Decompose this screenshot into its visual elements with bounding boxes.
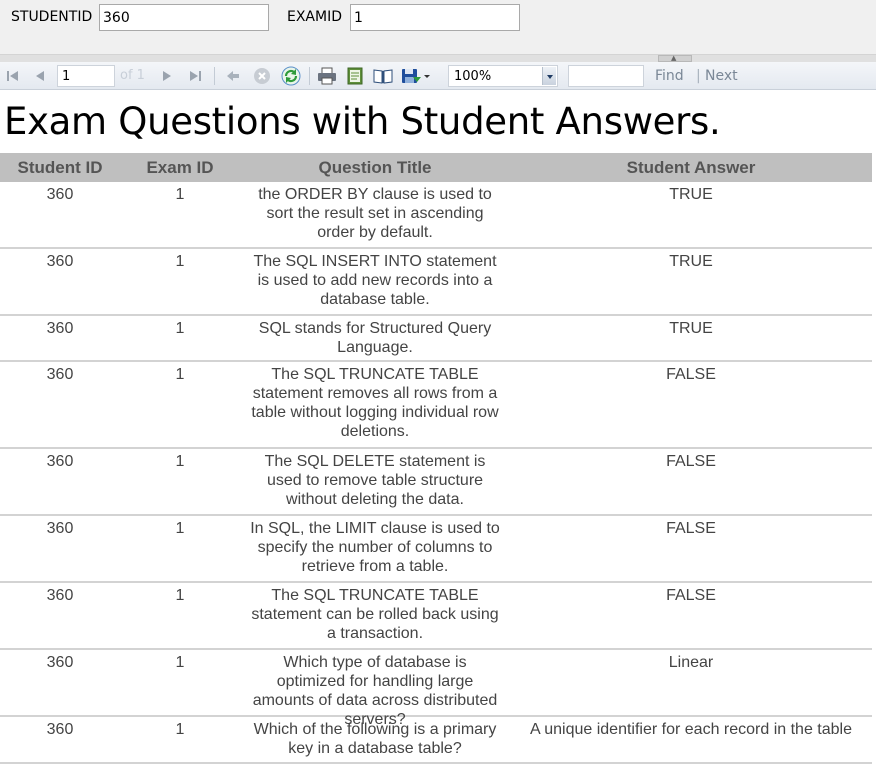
find-link[interactable]: Find <box>655 68 684 84</box>
exam-id-cell: 1 <box>175 721 185 738</box>
back-button[interactable] <box>223 66 243 86</box>
zoom-dropdown[interactable]: 100% <box>448 65 558 87</box>
print-layout-icon <box>347 67 363 85</box>
student-answer-cell: Linear <box>668 654 714 671</box>
student-id-cell: 360 <box>46 587 74 604</box>
report-toolbar: of 1 100% Find | Next <box>0 62 876 90</box>
table-row: 360 1 The SQL TRUNCATE TABLE statement can… <box>0 583 872 650</box>
student-answer-cell: TRUE <box>669 186 713 203</box>
chevron-down-icon[interactable] <box>542 67 556 85</box>
student-answer-cell: TRUE <box>669 320 713 337</box>
table-row: 360 1 The SQL TRUNCATE TABLE statement rem… <box>0 362 872 449</box>
table-body: 360 1 the ORDER BY clause is used to sort … <box>0 182 872 764</box>
find-input[interactable] <box>568 65 644 87</box>
zoom-value: 100% <box>454 69 492 84</box>
column-header-exam-id: Exam ID <box>146 158 214 177</box>
first-page-button[interactable] <box>4 66 22 86</box>
table-row: 360 1 Which of the following is a primary … <box>0 717 872 764</box>
table-header: Student ID Exam ID Question Title Studen… <box>0 153 872 182</box>
student-id-cell: 360 <box>46 453 74 470</box>
studentid-input[interactable] <box>99 4 269 31</box>
print-layout-button[interactable] <box>344 66 366 86</box>
examid-label: EXAMID <box>287 9 343 25</box>
parameter-splitter[interactable]: ▲ <box>0 54 876 62</box>
toolbar-divider <box>309 67 310 85</box>
exam-id-cell: 1 <box>175 453 185 470</box>
question-title-cell: Which of the following is a primary key … <box>253 721 497 757</box>
export-icon <box>402 69 430 83</box>
first-page-icon <box>7 71 18 81</box>
column-header-student-id: Student ID <box>17 158 103 177</box>
export-button[interactable] <box>400 66 432 86</box>
question-title-cell: The SQL TRUNCATE TABLE statement removes… <box>251 366 499 440</box>
collapse-handle[interactable]: ▲ <box>658 54 692 62</box>
table-row: 360 1 In SQL, the LIMIT clause is used to … <box>0 516 872 583</box>
refresh-icon <box>281 66 301 86</box>
table-row: 360 1 Which type of database is optimized … <box>0 650 872 728</box>
report-title: Exam Questions with Student Answers. <box>4 100 721 143</box>
chevron-up-icon: ▲ <box>671 54 677 62</box>
exam-id-cell: 1 <box>175 587 185 604</box>
last-page-button[interactable] <box>186 66 204 86</box>
back-icon <box>227 71 239 81</box>
student-answer-cell: FALSE <box>666 453 716 470</box>
stop-icon <box>254 68 270 84</box>
question-title-cell: The SQL DELETE statement is used to remo… <box>264 453 486 508</box>
column-header-question-title: Question Title <box>318 158 432 177</box>
refresh-button[interactable] <box>280 66 302 86</box>
student-id-cell: 360 <box>46 654 74 671</box>
examid-input[interactable] <box>350 4 520 31</box>
student-answer-cell: FALSE <box>666 587 716 604</box>
next-page-button[interactable] <box>158 66 176 86</box>
exam-id-cell: 1 <box>175 520 185 537</box>
student-answer-cell: A unique identifier for each record in t… <box>530 721 852 738</box>
exam-id-cell: 1 <box>175 186 185 203</box>
column-header-student-answer: Student Answer <box>626 158 756 177</box>
page-setup-button[interactable] <box>372 66 394 86</box>
student-id-cell: 360 <box>46 320 74 337</box>
exam-id-cell: 1 <box>175 366 185 383</box>
table-row: 360 1 The SQL INSERT INTO statement is use… <box>0 249 872 316</box>
student-id-cell: 360 <box>46 520 74 537</box>
exam-id-cell: 1 <box>175 654 185 671</box>
next-link[interactable]: Next <box>705 68 738 84</box>
find-separator: | <box>696 68 701 84</box>
question-title-cell: In SQL, the LIMIT clause is used to spec… <box>250 520 500 575</box>
exam-id-cell: 1 <box>175 320 185 337</box>
stop-button[interactable] <box>251 66 273 86</box>
student-id-cell: 360 <box>46 366 74 383</box>
question-title-cell: The SQL INSERT INTO statement is used to… <box>253 253 497 308</box>
page-setup-icon <box>373 69 393 84</box>
student-id-cell: 360 <box>46 186 74 203</box>
last-page-icon <box>190 71 201 81</box>
table-row: 360 1 The SQL DELETE statement is used to … <box>0 449 872 516</box>
next-page-icon <box>163 71 171 81</box>
student-answer-cell: TRUE <box>669 253 713 270</box>
table-row: 360 1 the ORDER BY clause is used to sort … <box>0 182 872 249</box>
answers-table: Student ID Exam ID Question Title Studen… <box>0 153 872 764</box>
page-number-input[interactable] <box>57 65 115 87</box>
question-title-cell: SQL stands for Structured Query Language… <box>258 320 492 356</box>
page-count-label: of 1 <box>120 68 145 83</box>
toolbar-divider <box>214 67 215 85</box>
exam-id-cell: 1 <box>175 253 185 270</box>
student-id-cell: 360 <box>46 721 74 738</box>
parameter-area: STUDENTID EXAMID <box>0 0 876 54</box>
student-answer-cell: FALSE <box>666 520 716 537</box>
previous-page-icon <box>36 71 44 81</box>
question-title-cell: Which type of database is optimized for … <box>252 654 498 728</box>
studentid-label: STUDENTID <box>11 9 93 25</box>
student-answer-cell: FALSE <box>666 366 716 383</box>
question-title-cell: the ORDER BY clause is used to sort the … <box>258 186 492 241</box>
question-title-cell: The SQL TRUNCATE TABLE statement can be … <box>251 587 499 642</box>
print-button[interactable] <box>316 66 338 86</box>
previous-page-button[interactable] <box>31 66 49 86</box>
print-icon <box>318 67 336 85</box>
table-row: 360 1 SQL stands for Structured Query Lang… <box>0 316 872 362</box>
student-id-cell: 360 <box>46 253 74 270</box>
